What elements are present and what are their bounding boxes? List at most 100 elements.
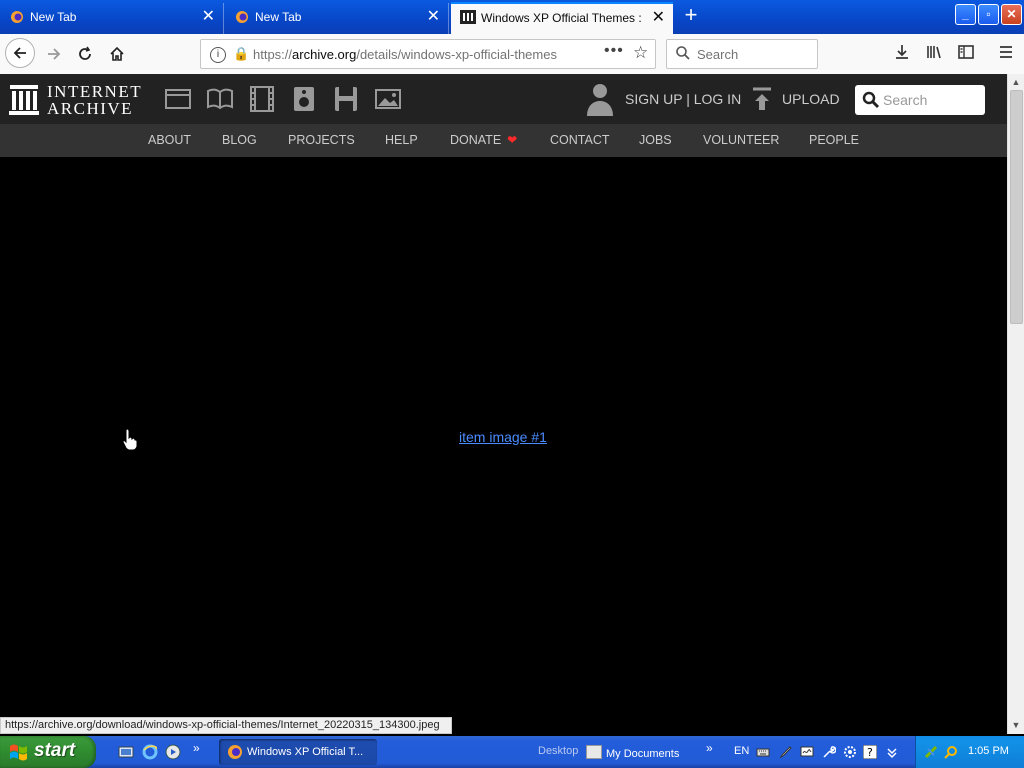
status-bar-url: https://archive.org/download/windows-xp-… [0,717,452,734]
images-icon[interactable] [374,86,402,112]
audio-icon[interactable] [290,86,318,112]
tab-close-icon[interactable]: ✕ [652,4,665,32]
tab-new-tab-1[interactable]: New Tab ✕ [0,3,224,34]
folder-icon [586,745,602,759]
hand-pointer-cursor-icon [122,428,138,450]
home-button[interactable] [103,41,131,67]
firefox-icon [228,745,242,759]
video-icon[interactable] [248,86,276,112]
nav-help[interactable]: HELP [385,133,418,147]
page-actions-menu-icon[interactable]: ••• [604,42,624,60]
show-desktop-icon[interactable] [118,744,134,760]
web-icon[interactable] [164,86,192,112]
my-documents-label: My Documents [606,748,680,760]
scroll-down-arrow-icon[interactable]: ▼ [1008,717,1024,733]
item-image-link[interactable]: item image #1 [459,429,547,445]
nav-projects[interactable]: PROJECTS [288,133,355,147]
downloads-icon[interactable] [893,43,911,66]
network-icon[interactable] [924,745,938,759]
pen-icon[interactable] [779,745,793,759]
search-tray-icon[interactable] [944,745,958,759]
taskbar-clock[interactable]: 1:05 PM [968,745,1009,757]
browser-tab-strip: New Tab ✕ New Tab ✕ Windows XP Official … [0,0,1024,34]
url-scheme: https:// [253,47,293,62]
tools-icon[interactable] [822,745,836,759]
reload-icon [79,46,91,60]
forward-button[interactable] [40,41,68,67]
my-documents-toolbar[interactable]: My Documents [586,745,679,760]
taskbar-window-firefox[interactable]: Windows XP Official T... [219,739,377,765]
window-close-button[interactable]: ✕ [1001,4,1022,25]
tab-new-tab-2[interactable]: New Tab ✕ [225,3,449,34]
tab-windows-xp-themes[interactable]: Windows XP Official Themes : Mic ✕ [451,2,673,34]
minimize-button[interactable]: _ [955,4,976,25]
start-label: start [34,740,76,761]
lock-icon[interactable]: 🔒 [233,46,249,62]
hamburger-menu-icon[interactable] [997,43,1015,66]
scrollbar-thumb[interactable] [1010,90,1023,324]
back-button[interactable] [5,38,35,68]
firefox-favicon-icon [236,11,248,23]
system-tray: 1:05 PM [915,736,1024,768]
ia-search-placeholder: Search [883,92,928,108]
ia-top-nav: INTERNET ARCHIVE SIGN UP | LOG IN UPLOAD… [0,74,1007,124]
bookmark-star-icon[interactable]: ☆ [633,43,648,63]
new-tab-button[interactable]: + [680,4,702,28]
sign-up-log-in-link[interactable]: SIGN UP | LOG IN [625,91,741,107]
nav-jobs[interactable]: JOBS [639,133,672,147]
user-account-icon[interactable] [586,82,614,116]
back-arrow-icon [13,47,26,59]
nav-donate[interactable]: DONATE ❤ [450,133,517,147]
keyboard-icon[interactable] [756,745,770,759]
software-icon[interactable] [332,86,360,112]
ia-search-input[interactable]: Search [855,85,985,115]
archive-temple-icon [9,85,39,115]
internet-explorer-icon[interactable] [142,744,158,760]
home-icon [110,46,124,61]
firefox-favicon-icon [11,11,23,23]
forward-arrow-icon [48,48,61,60]
nav-blog[interactable]: BLOG [222,133,257,147]
site-info-icon[interactable]: i [210,47,226,63]
tab-close-icon[interactable]: ✕ [202,3,215,31]
windows-taskbar: start » Windows XP Official T... Desktop… [0,736,1024,768]
taskbar-window-title: Windows XP Official T... [247,746,364,758]
logo-text-archive: ARCHIVE [47,99,134,118]
page-scrollbar[interactable]: ▲ ▼ [1007,74,1024,734]
handwriting-icon[interactable] [800,745,814,759]
upload-link[interactable]: UPLOAD [782,91,840,107]
settings-icon[interactable] [843,745,857,759]
url-path: /details/windows-xp-official-themes [356,47,557,62]
ia-sub-nav: ABOUT BLOG PROJECTS HELP DONATE ❤ CONTACT… [0,124,1007,157]
library-icon[interactable] [925,43,943,66]
browser-search-input[interactable]: Search [666,39,818,69]
upload-icon[interactable] [752,87,772,111]
tab-title: New Tab [255,10,302,24]
toolbar-more-icon[interactable]: » [706,741,713,755]
internet-archive-logo[interactable]: INTERNET ARCHIVE [9,82,141,118]
language-indicator[interactable]: EN [734,745,749,757]
sidebar-toggle-icon[interactable] [957,43,975,66]
tab-title: Windows XP Official Themes : Mic [481,11,643,25]
nav-volunteer[interactable]: VOLUNTEER [703,133,779,147]
nav-contact[interactable]: CONTACT [550,133,610,147]
reload-button[interactable] [71,41,99,67]
maximize-button[interactable]: ▫ [978,4,999,25]
windows-flag-icon [10,744,27,761]
texts-icon[interactable] [206,86,234,112]
tab-close-icon[interactable]: ✕ [427,3,440,31]
url-bar[interactable]: i 🔒 https://archive.org/details/windows-… [200,39,656,69]
language-bar-options-icon[interactable] [885,745,899,759]
help-icon[interactable]: ? [863,745,877,759]
nav-people[interactable]: PEOPLE [809,133,859,147]
url-text[interactable]: https://archive.org/details/windows-xp-o… [253,47,557,62]
svg-text:?: ? [867,746,873,759]
url-host: archive.org [292,47,357,62]
quicklaunch-more-icon[interactable]: » [193,741,200,755]
search-icon [676,46,690,60]
desktop-toolbar-label[interactable]: Desktop [538,745,578,757]
start-button[interactable]: start [0,736,96,768]
scroll-up-arrow-icon[interactable]: ▲ [1008,74,1024,90]
nav-about[interactable]: ABOUT [148,133,191,147]
media-player-icon[interactable] [165,744,181,760]
